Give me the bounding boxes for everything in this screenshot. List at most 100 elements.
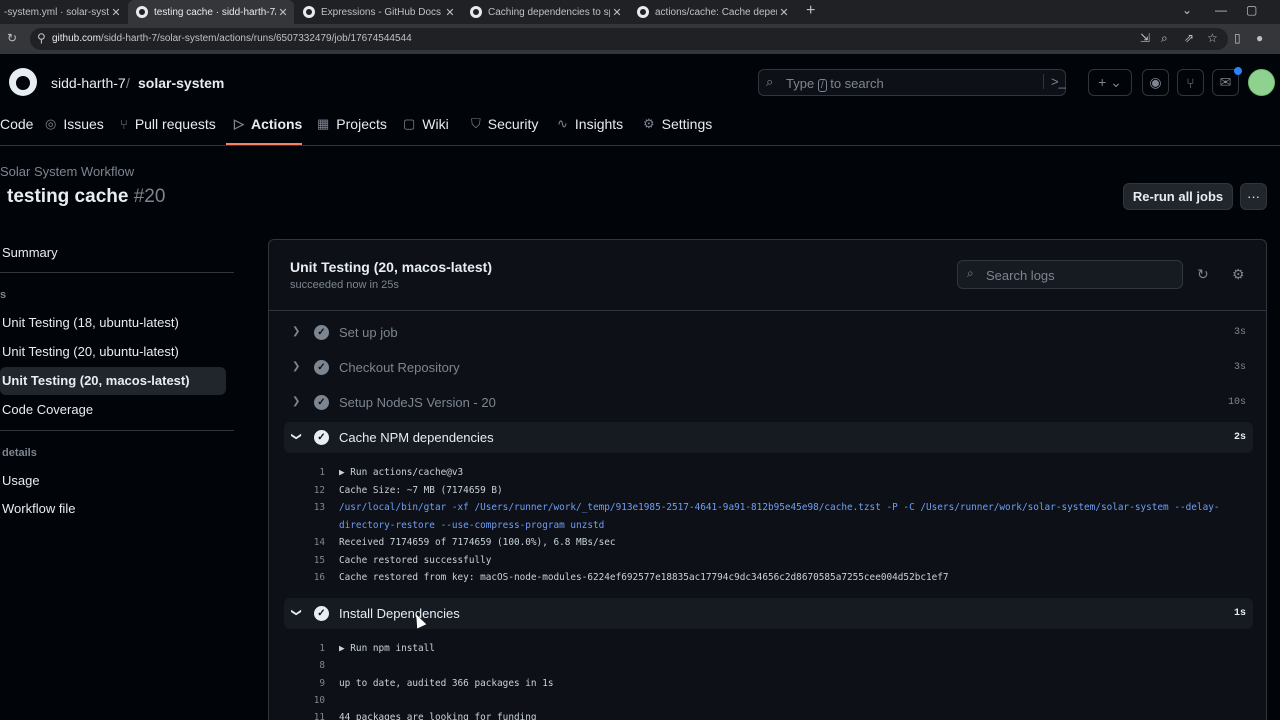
browser-tab-actions-cache[interactable]: actions/cache: Cache dependen ✕ <box>629 0 795 24</box>
tab-code[interactable]: Code <box>0 116 33 132</box>
sidebar-section-jobs: s <box>0 289 7 301</box>
page-title: testing cache #20 <box>7 186 166 207</box>
log-line[interactable]: 15 Cache restored successfully <box>300 555 492 566</box>
inbox-icon: ✉ <box>1219 74 1232 90</box>
chevron-right-icon: ❯ <box>292 361 301 372</box>
sidebar-job-item[interactable]: Unit Testing (20, ubuntu-latest) <box>2 344 179 359</box>
step-duration: 2s <box>1233 432 1246 443</box>
pull-requests-button[interactable]: ⑂ <box>1177 69 1204 96</box>
sidebar-divider <box>0 272 234 273</box>
sidebar-icon[interactable]: ▯ <box>1234 31 1241 45</box>
issue-icon: ◎ <box>45 116 57 131</box>
book-icon: ▢ <box>403 116 416 131</box>
log-line[interactable]: 14 Received 7174659 of 7174659 (100.0%), … <box>300 537 616 548</box>
gear-icon[interactable]: ⚙ <box>1232 266 1245 283</box>
job-status: succeeded now in 25s <box>290 279 399 291</box>
chevron-down-icon: ❯ <box>290 608 302 617</box>
chevron-right-icon: ❯ <box>292 326 301 337</box>
close-icon[interactable]: ✕ <box>276 6 290 19</box>
command-palette-icon[interactable]: >_ <box>1043 74 1066 89</box>
close-icon[interactable]: ✕ <box>109 6 123 19</box>
tab-actions[interactable]: ▷ Actions <box>234 116 302 132</box>
log-line-continued: directory-restore --use-compress-program… <box>339 520 605 531</box>
log-line[interactable]: 1 ▶ Run actions/cache@v3 <box>300 467 463 478</box>
job-title: Unit Testing (20, macos-latest) <box>290 259 493 275</box>
sidebar-section-details: details <box>2 447 37 459</box>
sidebar-divider <box>0 430 234 431</box>
tab-insights[interactable]: ∿ Insights <box>557 116 623 132</box>
bookmark-star-icon[interactable]: ☆ <box>1207 31 1218 45</box>
create-new-button[interactable]: + ⌄ <box>1088 69 1132 96</box>
restore-icon[interactable]: ▢ <box>1246 3 1257 17</box>
issues-button[interactable]: ◉ <box>1142 69 1169 96</box>
avatar[interactable] <box>1248 69 1275 96</box>
browser-tab-caching[interactable]: Caching dependencies to speed ✕ <box>462 0 628 24</box>
chevron-right-icon: ❯ <box>292 396 301 407</box>
zoom-icon[interactable]: ⌕ <box>1161 31 1168 46</box>
step-duration: 3s <box>1233 362 1246 373</box>
log-line[interactable]: 1 ▶ Run npm install <box>300 643 435 654</box>
sidebar-job-item[interactable]: Unit Testing (18, ubuntu-latest) <box>2 315 179 330</box>
log-line[interactable]: 12 Cache Size: ~7 MB (7174659 B) <box>300 485 503 496</box>
site-info-icon[interactable]: ⚲ <box>37 31 46 45</box>
profile-icon[interactable]: ● <box>1256 31 1263 45</box>
log-line[interactable]: 9 up to date, audited 366 packages in 1s <box>300 678 553 689</box>
kebab-horizontal-icon[interactable]: ··· <box>1240 183 1267 210</box>
github-logo-icon[interactable] <box>9 68 37 96</box>
browser-tab-workflow-yml[interactable]: -system.yml · solar-system ✕ <box>0 0 127 24</box>
gear-icon: ⚙ <box>643 116 655 131</box>
chevron-down-icon: ❯ <box>290 432 302 441</box>
reload-icon[interactable]: ↻ <box>7 31 17 45</box>
log-line[interactable]: 11 44 packages are looking for funding <box>300 712 537 720</box>
check-circle-icon: ✓ <box>314 325 329 340</box>
log-line[interactable]: 10 <box>300 695 339 706</box>
sidebar-job-item[interactable]: Code Coverage <box>2 402 93 417</box>
close-icon[interactable]: ✕ <box>610 6 624 19</box>
log-line[interactable]: 16 Cache restored from key: macOS-node-mo… <box>300 572 949 583</box>
rerun-all-jobs-button[interactable]: Re-run all jobs <box>1123 183 1233 210</box>
tab-projects[interactable]: ▦ Projects <box>317 116 387 132</box>
browser-tab-expressions[interactable]: Expressions - GitHub Docs ✕ <box>295 0 461 24</box>
step-name: Setup NodeJS Version - 20 <box>339 395 496 410</box>
step-set-up-job[interactable] <box>284 317 1253 348</box>
tab-settings[interactable]: ⚙ Settings <box>643 116 712 132</box>
step-duration: 3s <box>1233 327 1246 338</box>
git-pull-request-icon: ⑂ <box>1186 74 1195 91</box>
install-icon[interactable]: ⇲ <box>1140 31 1150 45</box>
table-icon: ▦ <box>317 116 330 131</box>
search-placeholder: Type / to search <box>786 76 884 92</box>
tab-search-chevron-icon[interactable]: ⌄ <box>1182 3 1192 17</box>
close-icon[interactable]: ✕ <box>777 6 791 19</box>
workflow-name-link[interactable]: Solar System Workflow <box>0 164 134 179</box>
check-circle-icon: ✓ <box>314 360 329 375</box>
url-text[interactable]: github.com/sidd-harth-7/solar-system/act… <box>52 33 412 44</box>
sidebar-item-workflow-file[interactable]: Workflow file <box>2 501 75 516</box>
github-favicon-icon <box>470 6 482 18</box>
tab-security[interactable]: ⛉ Security <box>471 116 538 132</box>
pull-request-icon: ⑂ <box>120 116 128 132</box>
close-icon[interactable]: ✕ <box>443 6 457 19</box>
plus-icon: + ⌄ <box>1098 74 1122 90</box>
check-circle-icon: ✓ <box>314 430 329 445</box>
github-favicon-icon <box>303 6 315 18</box>
tab-wiki[interactable]: ▢ Wiki <box>403 116 449 132</box>
tab-issues[interactable]: ◎ Issues <box>45 116 104 132</box>
browser-tab-testing-cache[interactable]: testing cache · sidd-harth-7/sola ✕ <box>128 0 294 24</box>
minimize-icon[interactable]: — <box>1215 3 1227 17</box>
log-line[interactable]: 8 <box>300 660 339 671</box>
log-search-placeholder: Search logs <box>986 268 1055 283</box>
share-icon[interactable]: ⇗ <box>1184 31 1194 45</box>
breadcrumb-separator: / <box>126 75 130 91</box>
repo-owner-link[interactable]: sidd-harth-7 <box>51 75 126 91</box>
refresh-icon[interactable]: ↻ <box>1197 266 1209 283</box>
sidebar-item-usage[interactable]: Usage <box>2 473 40 488</box>
sidebar-item-summary[interactable]: Summary <box>2 245 58 260</box>
tab-pull-requests[interactable]: ⑂ Pull requests <box>120 116 216 132</box>
new-tab-button[interactable]: + <box>806 2 815 20</box>
search-icon: ⌕ <box>766 74 774 89</box>
github-header <box>0 54 1280 146</box>
sidebar-job-item-selected[interactable]: Unit Testing (20, macos-latest) <box>2 373 190 388</box>
repo-name-link[interactable]: solar-system <box>138 75 224 91</box>
step-duration: 1s <box>1233 608 1246 619</box>
log-line[interactable]: 13/usr/local/bin/gtar -xf /Users/runner/… <box>300 502 1220 513</box>
